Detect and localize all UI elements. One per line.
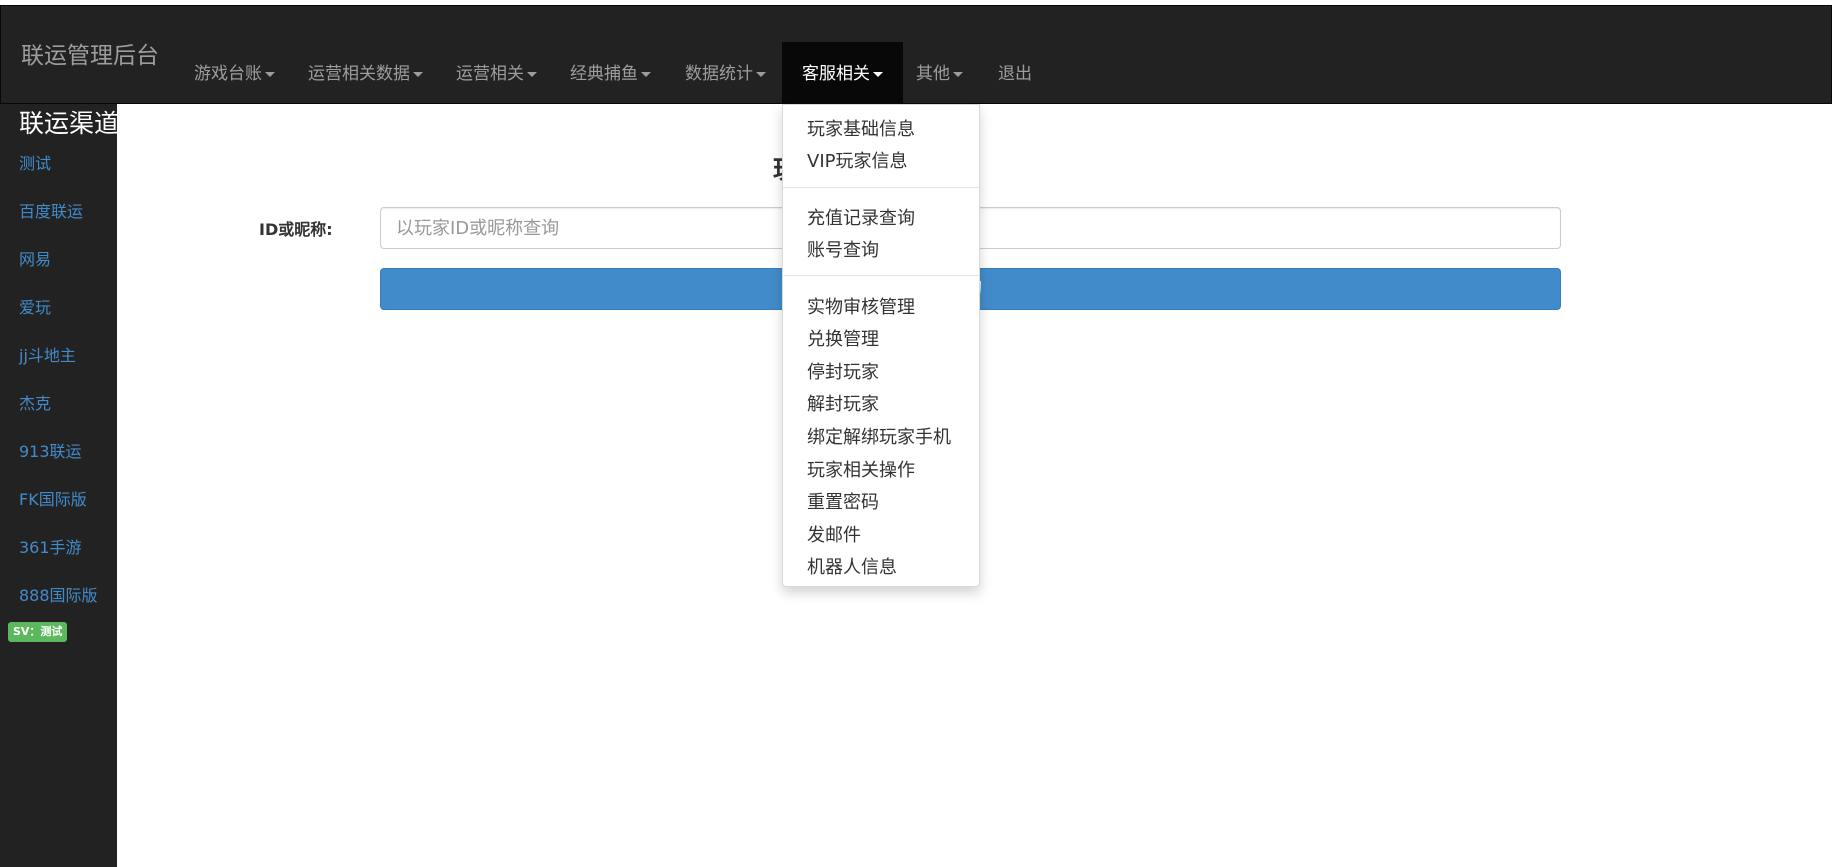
nav-label: 运营相关数据 xyxy=(308,64,410,84)
menu-item-send-mail[interactable]: 发邮件 xyxy=(807,521,861,547)
menu-item-physical-review[interactable]: 实物审核管理 xyxy=(807,293,915,319)
menu-item-account-lookup[interactable]: 账号查询 xyxy=(807,236,879,262)
nav-game-ledger[interactable]: 游戏台账 xyxy=(174,42,295,106)
sidebar-link[interactable]: FK国际版 xyxy=(19,486,87,510)
menu-item-reset-password[interactable]: 重置密码 xyxy=(807,488,879,514)
nav-statistics[interactable]: 数据统计 xyxy=(665,42,786,106)
sidebar-link[interactable]: 913联运 xyxy=(19,438,82,462)
brand-title[interactable]: 联运管理后台 xyxy=(21,36,159,70)
caret-down-icon xyxy=(413,71,423,77)
sidebar-link[interactable]: 杰克 xyxy=(19,390,51,414)
menu-item-player-basic-info[interactable]: 玩家基础信息 xyxy=(807,115,915,141)
caret-down-icon xyxy=(756,71,766,77)
menu-item-robot-info[interactable]: 机器人信息 xyxy=(807,553,897,579)
nav-label: 数据统计 xyxy=(685,64,753,84)
sidebar-link[interactable]: jj斗地主 xyxy=(19,342,76,366)
top-navbar: 联运管理后台 游戏台账 运营相关数据 运营相关 经典捕鱼 数据统计 客服相关 其… xyxy=(0,5,1832,106)
menu-item-bind-phone[interactable]: 绑定解绑玩家手机 xyxy=(807,423,951,449)
sidebar-link[interactable]: 361手游 xyxy=(19,534,82,558)
nav-operation-data[interactable]: 运营相关数据 xyxy=(288,42,443,106)
menu-item-player-operations[interactable]: 玩家相关操作 xyxy=(807,456,915,482)
caret-down-icon xyxy=(527,71,537,77)
nav-label: 退出 xyxy=(998,64,1032,84)
menu-item-exchange-management[interactable]: 兑换管理 xyxy=(807,325,879,351)
menu-item-recharge-records[interactable]: 充值记录查询 xyxy=(807,204,915,230)
nav-label: 其他 xyxy=(916,64,950,84)
server-badge: SV：测试 xyxy=(8,622,68,642)
caret-down-icon xyxy=(873,71,883,77)
nav-label: 运营相关 xyxy=(456,64,524,84)
menu-divider xyxy=(783,187,979,188)
nav-label: 经典捕鱼 xyxy=(570,64,638,84)
sidebar-link[interactable]: 测试 xyxy=(19,150,51,174)
sidebar-title: 联运渠道 xyxy=(19,109,120,138)
nav-customer-service[interactable]: 客服相关 xyxy=(782,42,903,106)
nav-classic-fishing[interactable]: 经典捕鱼 xyxy=(550,42,671,106)
caret-down-icon xyxy=(953,71,963,77)
nav-label: 客服相关 xyxy=(802,64,870,84)
caret-down-icon xyxy=(265,71,275,77)
sidebar-link[interactable]: 888国际版 xyxy=(19,582,98,606)
nav-other[interactable]: 其他 xyxy=(896,42,983,106)
sidebar-link[interactable]: 网易 xyxy=(19,246,51,270)
sidebar: 联运渠道 测试 百度联运 网易 爱玩 jj斗地主 杰克 913联运 FK国际版 … xyxy=(0,104,120,867)
caret-down-icon xyxy=(641,71,651,77)
menu-item-ban-player[interactable]: 停封玩家 xyxy=(807,358,879,384)
nav-operations[interactable]: 运营相关 xyxy=(436,42,557,106)
id-or-nickname-label: ID或昵称: xyxy=(259,220,333,239)
nav-label: 游戏台账 xyxy=(194,64,262,84)
nav-logout[interactable]: 退出 xyxy=(978,42,1052,106)
menu-item-unban-player[interactable]: 解封玩家 xyxy=(807,390,879,416)
customer-service-dropdown: 玩家基础信息 VIP玩家信息 充值记录查询 账号查询 实物审核管理 兑换管理 停… xyxy=(782,104,980,587)
sidebar-link[interactable]: 爱玩 xyxy=(19,294,51,318)
menu-item-vip-player-info[interactable]: VIP玩家信息 xyxy=(807,147,907,173)
sidebar-link[interactable]: 百度联运 xyxy=(19,198,83,222)
menu-divider xyxy=(783,275,979,276)
